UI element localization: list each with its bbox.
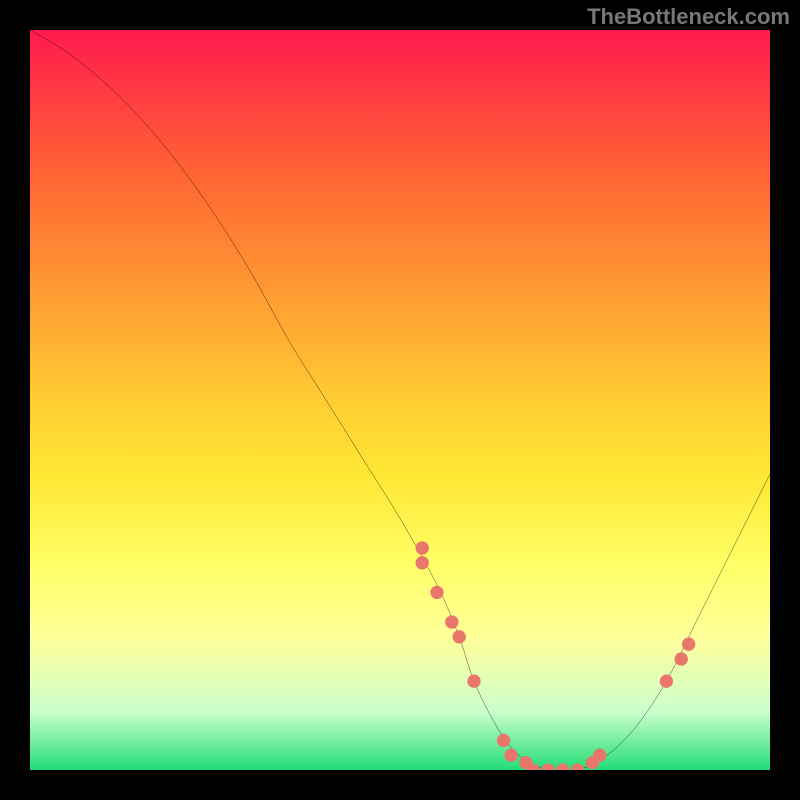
data-point [497,734,510,747]
data-point [430,586,443,599]
chart-container: TheBottleneck.com [0,0,800,800]
plot-area [30,30,770,770]
data-point [467,675,480,688]
data-point [416,541,429,554]
data-markers [416,541,696,770]
data-point [660,675,673,688]
data-point [416,556,429,569]
data-point [675,652,688,665]
data-point [504,749,517,762]
data-point [541,763,554,770]
data-point [571,763,584,770]
chart-svg [30,30,770,770]
data-point [453,630,466,643]
data-point [445,615,458,628]
bottleneck-curve [30,30,770,770]
data-point [593,749,606,762]
data-point [682,638,695,651]
data-point [556,763,569,770]
watermark-text: TheBottleneck.com [587,4,790,30]
